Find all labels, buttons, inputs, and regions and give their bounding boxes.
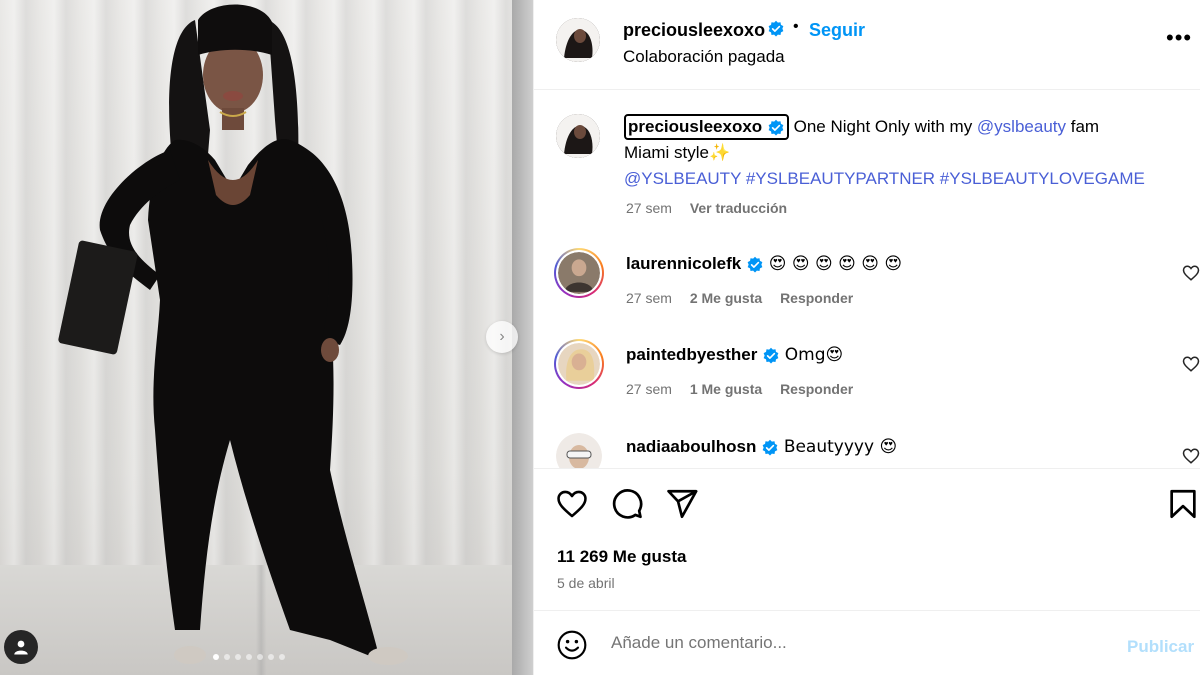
- carousel-dot: [246, 654, 252, 660]
- comment-username[interactable]: paintedbyesther: [626, 345, 757, 364]
- comment-body: Omg😍: [784, 345, 844, 365]
- caption-text: preciousleexoxo One Night Only with my @…: [624, 114, 1164, 192]
- post-caption: preciousleexoxo One Night Only with my @…: [534, 90, 1200, 230]
- caption-author-avatar[interactable]: [556, 114, 600, 158]
- avatar-ring-inner: [556, 341, 602, 387]
- comment-likes[interactable]: 1 Me gusta: [690, 381, 762, 397]
- comment-like-icon[interactable]: [1182, 447, 1200, 465]
- comment-text: paintedbyesther Omg😍: [626, 345, 843, 365]
- carousel-dot: [279, 654, 285, 660]
- save-bookmark-icon[interactable]: [1166, 487, 1200, 521]
- commenter-avatar[interactable]: [556, 433, 602, 468]
- avatar-image: [558, 343, 600, 385]
- avatar-image: [556, 18, 600, 62]
- avatar-ring-inner: [556, 250, 602, 296]
- tagged-users-button[interactable]: [4, 630, 38, 664]
- verified-badge-icon: [747, 256, 763, 273]
- verified-badge-icon: [768, 20, 784, 37]
- comment-input[interactable]: [611, 633, 1091, 653]
- comment-time: 27 sem: [626, 381, 672, 397]
- comment-item: paintedbyesther Omg😍 27 sem 1 Me gusta R…: [534, 339, 1200, 431]
- carousel-dot: [213, 654, 219, 660]
- comment-body: Beautyyyy 😍: [783, 437, 898, 457]
- carousel-dot: [257, 654, 263, 660]
- post-side-panel: preciousleexoxo • Seguir Colaboración pa…: [533, 0, 1200, 675]
- caption-line-2: Miami style: [624, 143, 710, 162]
- comment-like-icon[interactable]: [1182, 264, 1200, 282]
- author-username[interactable]: preciousleexoxo: [623, 20, 765, 41]
- comment-body: 😍 😍 😍 😍 😍 😍: [768, 254, 903, 274]
- post-media[interactable]: ›: [0, 0, 533, 675]
- comment-text: nadiaaboulhosn Beautyyyy 😍: [626, 437, 897, 457]
- caption-time: 27 sem: [626, 200, 672, 216]
- hashtags-link[interactable]: @YSLBEAUTY #YSLBEAUTYPARTNER #YSLBEAUTYL…: [624, 169, 1145, 188]
- reply-button[interactable]: Responder: [780, 381, 853, 397]
- comment-username[interactable]: laurennicolefk: [626, 254, 741, 273]
- share-icon[interactable]: [665, 487, 699, 521]
- post-header: preciousleexoxo • Seguir Colaboración pa…: [534, 0, 1200, 90]
- comment-item: laurennicolefk 😍 😍 😍 😍 😍 😍 27 sem 2 Me g…: [534, 248, 1200, 340]
- post-photo: [58, 4, 408, 665]
- caption-username[interactable]: preciousleexoxo: [624, 114, 789, 140]
- user-icon: [14, 640, 28, 655]
- comment-composer: Publicar: [534, 610, 1200, 675]
- avatar-image: [556, 114, 600, 158]
- comment-item: nadiaaboulhosn Beautyyyy 😍: [534, 431, 1200, 468]
- reply-button[interactable]: Responder: [780, 290, 853, 306]
- carousel-dots: [213, 654, 285, 660]
- comment-text: laurennicolefk 😍 😍 😍 😍 😍 😍: [626, 254, 902, 274]
- caption-text-part: fam: [1066, 117, 1100, 136]
- publish-button[interactable]: Publicar: [1127, 637, 1194, 657]
- separator-dot: •: [793, 18, 799, 35]
- caption-username-text: preciousleexoxo: [628, 117, 763, 136]
- verified-badge-icon: [762, 439, 778, 456]
- avatar-image: [556, 433, 602, 468]
- comment-icon[interactable]: [610, 487, 644, 521]
- post-date: 5 de abril: [557, 575, 615, 591]
- comment-like-icon[interactable]: [1182, 355, 1200, 373]
- verified-badge-icon: [768, 119, 784, 136]
- more-options-icon[interactable]: •••: [1166, 27, 1192, 49]
- sparkle-emoji: ✨: [709, 143, 731, 163]
- comment-username[interactable]: nadiaaboulhosn: [626, 437, 756, 456]
- likes-count[interactable]: 11 269 Me gusta: [557, 547, 686, 567]
- verified-badge-icon: [763, 347, 779, 364]
- comment-time: 27 sem: [626, 290, 672, 306]
- emoji-picker-icon[interactable]: [556, 629, 588, 661]
- like-heart-icon[interactable]: [555, 487, 589, 521]
- carousel-dot: [268, 654, 274, 660]
- post-actions: 11 269 Me gusta 5 de abril: [534, 468, 1200, 610]
- commenter-avatar[interactable]: [554, 248, 604, 298]
- paid-partnership-label[interactable]: Colaboración pagada: [623, 47, 785, 67]
- next-slide-button[interactable]: ›: [486, 321, 518, 353]
- caption-meta: 27 sem Ver traducción: [626, 200, 801, 216]
- chevron-right-icon: ›: [499, 328, 505, 345]
- comment-meta: 27 sem 1 Me gusta Responder: [626, 381, 867, 397]
- commenter-avatar[interactable]: [554, 339, 604, 389]
- follow-button[interactable]: Seguir: [809, 20, 865, 41]
- mention-link[interactable]: @yslbeauty: [977, 117, 1066, 136]
- carousel-dot: [235, 654, 241, 660]
- comment-meta: 27 sem 2 Me gusta Responder: [626, 290, 867, 306]
- carousel-dot: [224, 654, 230, 660]
- caption-text-part: One Night Only with my: [788, 117, 977, 136]
- comment-likes[interactable]: 2 Me gusta: [690, 290, 762, 306]
- avatar-image: [558, 252, 600, 294]
- translate-button[interactable]: Ver traducción: [690, 200, 787, 216]
- author-avatar[interactable]: [556, 18, 600, 62]
- verified-badge-wrap: [767, 20, 785, 38]
